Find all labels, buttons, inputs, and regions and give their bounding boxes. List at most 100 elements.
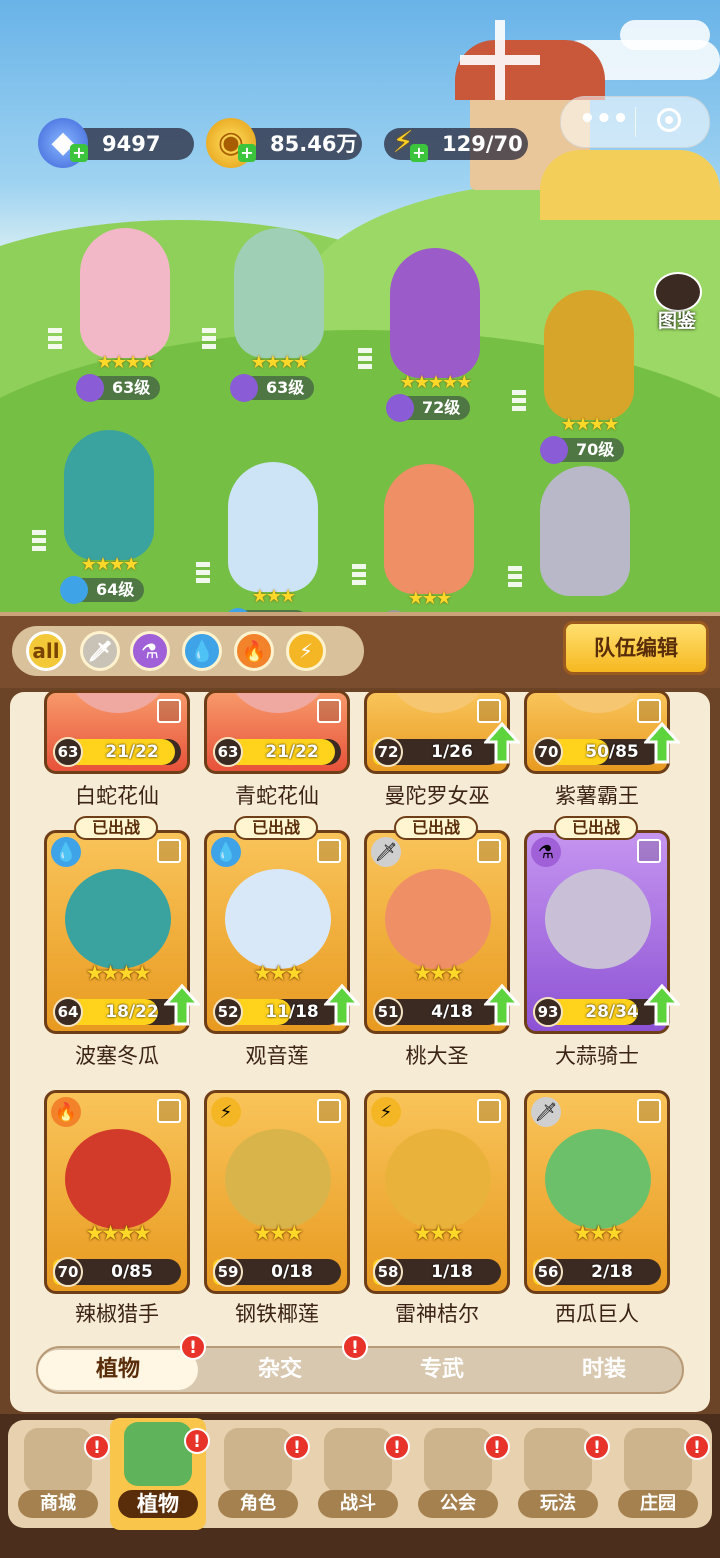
slot-grid-icon [508,566,522,590]
level-up-arrow-icon[interactable] [642,721,682,764]
element-orb-icon [76,374,104,402]
add-gold-icon[interactable]: + [238,144,256,162]
team-hero[interactable]: ★★★★ 70级 [512,290,654,464]
filter-poison-icon[interactable]: ⚗ [130,631,170,671]
plant-card[interactable]: 63 21/22 [44,690,190,774]
team-hero[interactable]: 93级 [508,466,650,615]
team-hero[interactable]: ★★★★ 63级 [202,228,344,402]
plants-icon [124,1422,192,1486]
gems-value: 9497 [102,132,161,156]
lightning-icon: ⚡ [211,1097,241,1127]
level-up-arrow-icon[interactable] [642,983,682,1026]
nav-label: 植物 [118,1490,198,1518]
card-level: 52 [213,997,243,1027]
plant-card[interactable]: ⚡ ★★★ 59 0/18 [204,1090,350,1294]
element-orb-icon [540,436,568,464]
slot-grid-icon [32,530,46,554]
hero-sprite [384,464,474,594]
plant-card[interactable]: 63 21/22 [204,690,350,774]
deployed-badge: 已出战 [234,816,318,840]
plant-name: 紫薯霸王 [555,784,639,808]
hero-stars: ★★★★ [250,352,310,373]
team-hero[interactable]: ★★★ 51级 [352,464,494,615]
filter-lightning-icon[interactable]: ⚡ [286,631,326,671]
codex-button[interactable]: 图鉴 [648,272,706,336]
energy-value: 129/70 [442,132,523,156]
alert-badge: ! [180,1334,206,1360]
poison-flask-icon: ⚗ [531,837,561,867]
alert-badge: ! [384,1434,410,1460]
plant-card[interactable]: ⚡ ★★★ 58 1/18 [364,1090,510,1294]
nav-manor[interactable]: 庄园 ! [610,1424,710,1524]
card-progress: 1/18 [431,1262,473,1282]
plant-name: 雷神桔尔 [395,1302,479,1326]
card-level: 56 [533,1257,563,1287]
plant-card[interactable]: 🗡 ★★★ 56 2/18 [524,1090,670,1294]
nav-battle[interactable]: 战斗 ! [310,1424,410,1524]
nav-plants[interactable]: 植物 ! [110,1418,210,1530]
card-level: 51 [373,997,403,1027]
card-stars: ★★★★ [85,961,151,985]
team-hero[interactable]: ★★★★ 64级 [32,430,174,604]
slot-grid-icon [637,1099,661,1123]
filter-sword-icon[interactable]: 🗡 [80,631,120,671]
energy-counter[interactable]: ⚡ + 129/70 [384,127,528,162]
slot-grid-icon [157,839,181,863]
tab-plants[interactable]: 植物 [38,1350,198,1390]
plant-art [65,1129,171,1229]
hero-stars: ★★★ [407,588,452,609]
filter-water-icon[interactable]: 💧 [182,631,222,671]
gems-counter[interactable]: ◆ + 9497 [38,118,194,168]
level-up-arrow-icon[interactable] [482,983,522,1026]
tab-costume[interactable]: 时装 [524,1350,684,1390]
alert-badge: ! [184,1428,210,1454]
codex-label: 图鉴 [657,310,696,332]
level-up-arrow-icon[interactable] [482,721,522,764]
plant-name: 桃大圣 [405,1044,469,1068]
filter-fire-icon[interactable]: 🔥 [234,631,274,671]
element-orb-icon [386,394,414,422]
card-progress: 21/22 [105,742,159,762]
close-miniprogram-icon[interactable] [657,108,681,132]
plant-name: 青蛇花仙 [235,784,319,808]
team-edit-button[interactable]: 队伍编辑 [563,621,709,675]
alert-badge: ! [84,1434,110,1460]
plant-name: 白蛇花仙 [75,784,159,808]
nav-gameplay[interactable]: 玩法 ! [510,1424,610,1524]
nav-shop[interactable]: 商城 ! [10,1424,110,1524]
hero-sprite [80,228,170,358]
add-energy-icon[interactable]: + [410,144,428,162]
plant-card[interactable]: 🔥 ★★★★ 70 0/85 [44,1090,190,1294]
shop-icon [24,1428,92,1492]
team-hero[interactable]: ★★★ 52级 [196,462,338,615]
gold-counter[interactable]: ◉ + 85.46万 [206,118,362,168]
slot-grid-icon [352,564,366,588]
level-up-arrow-icon[interactable] [322,983,362,1026]
team-hero[interactable]: ★★★★★ 72级 [358,248,500,422]
slot-grid-icon [477,1099,501,1123]
nav-guild[interactable]: 公会 ! [410,1424,510,1524]
nav-character[interactable]: 角色 ! [210,1424,310,1524]
more-menu-icon[interactable]: ••• [579,106,629,135]
filter-all-button[interactable]: all [26,631,66,671]
slot-grid-icon [477,839,501,863]
nav-label: 玩法 [518,1490,598,1518]
card-progress: 21/22 [265,742,319,762]
card-level: 58 [373,1257,403,1287]
nav-label: 公会 [418,1490,498,1518]
team-hero[interactable]: ★★★★ 63级 [48,228,190,402]
card-stars: ★★★ [253,961,303,985]
add-gems-icon[interactable]: + [70,144,88,162]
windmill-blades-icon [460,20,540,100]
slot-grid-icon [317,839,341,863]
tab-hybrid[interactable]: 杂交 [200,1350,360,1390]
card-level: 64 [53,997,83,1027]
alert-badge: ! [484,1434,510,1460]
slot-grid-icon [512,390,526,414]
level-up-arrow-icon[interactable] [162,983,202,1026]
plant-name: 曼陀罗女巫 [384,784,490,808]
tab-exclusive-weapon[interactable]: 专武 [362,1350,522,1390]
cloud [620,20,710,50]
hero-sprite [234,228,324,358]
water-drop-icon: 💧 [211,837,241,867]
